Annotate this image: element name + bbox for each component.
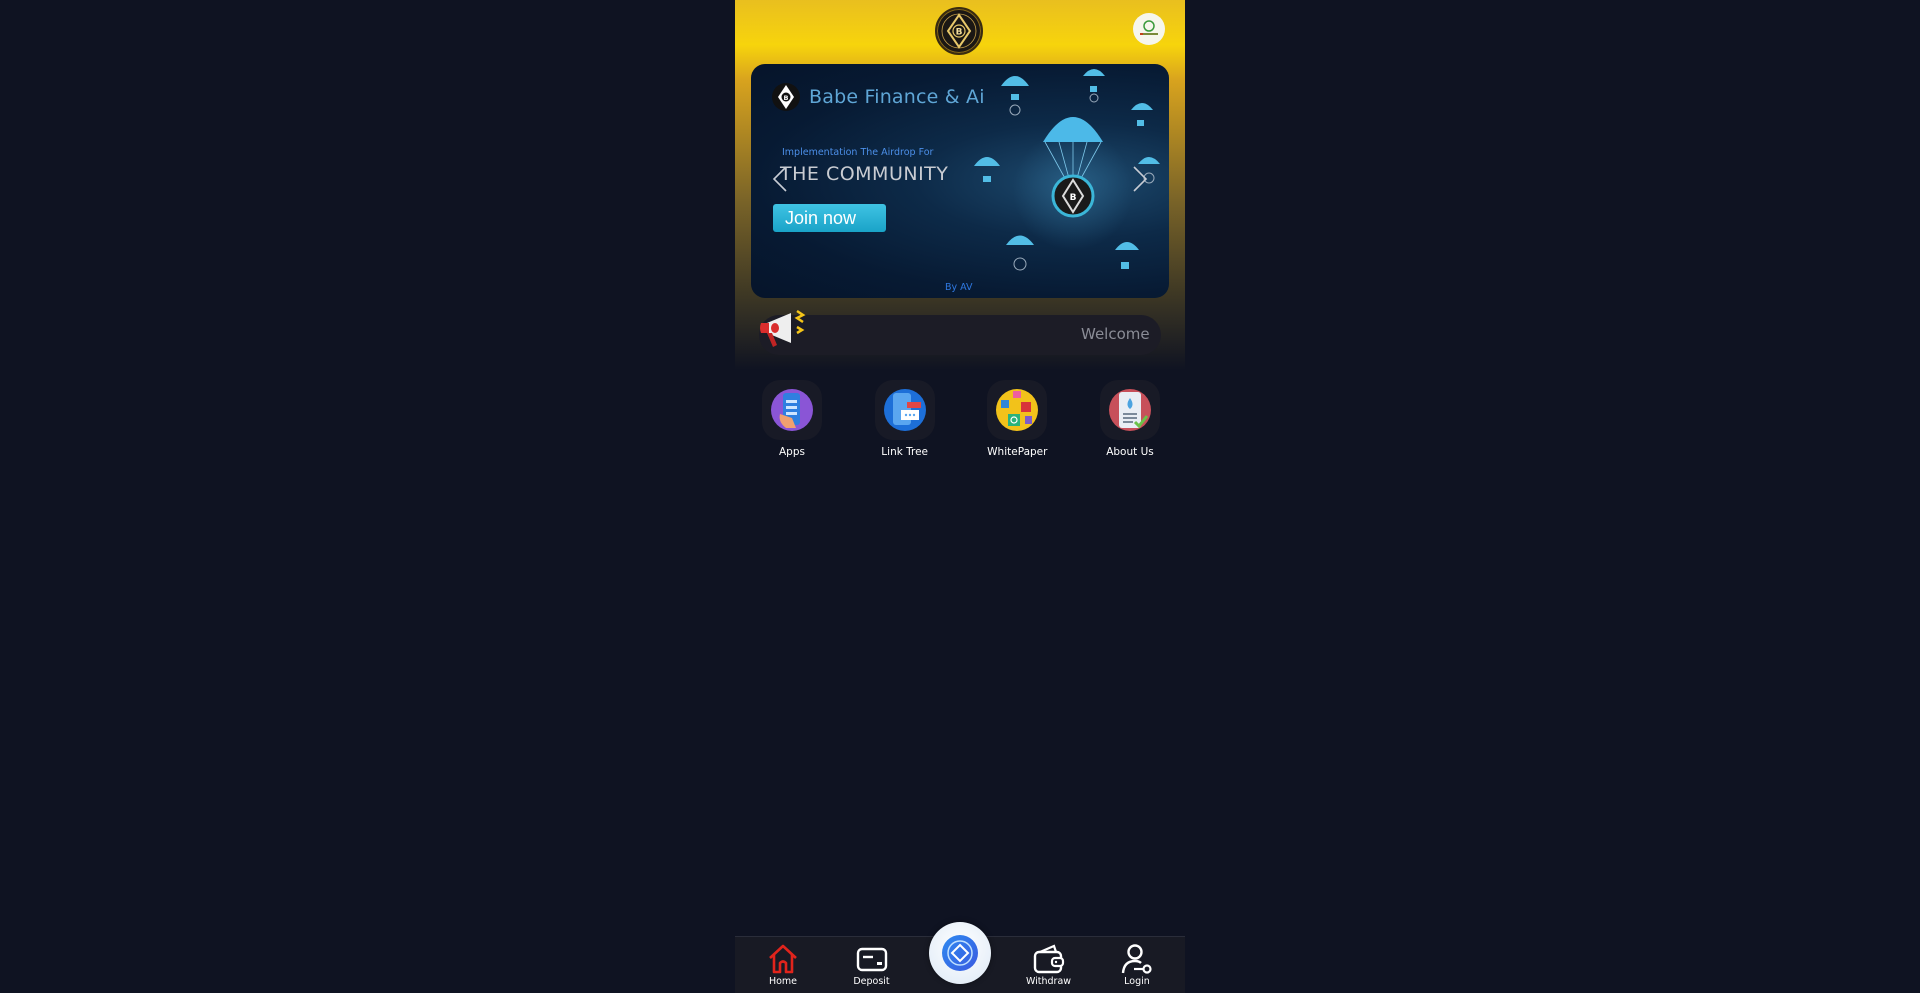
app-screen: B B B Babe Finance & Ai Implementation T… — [735, 0, 1185, 993]
about-us-icon — [1108, 389, 1151, 431]
nav-login[interactable]: Login — [1103, 937, 1171, 993]
top-bar: B — [735, 0, 1185, 60]
quick-icon-box — [1099, 380, 1160, 440]
babe-logo-small-icon: B — [772, 83, 800, 111]
quick-link-label: Apps — [779, 446, 805, 458]
announcement-text: Welcome — [1081, 325, 1150, 343]
quick-icon-box — [987, 380, 1048, 440]
quick-icon-box — [874, 380, 935, 440]
quick-link-label: About Us — [1106, 446, 1154, 458]
banner-brand-text: Babe Finance & Ai — [809, 86, 985, 108]
svg-text:B: B — [956, 28, 963, 38]
chevron-right-icon — [1133, 166, 1148, 192]
center-action-button[interactable] — [929, 922, 991, 984]
svg-text:B: B — [1070, 193, 1077, 203]
nav-label: Deposit — [853, 976, 890, 987]
nav-label: Login — [1124, 976, 1150, 987]
quick-link-about-us[interactable]: About Us — [1085, 380, 1175, 460]
user-key-icon — [1121, 944, 1152, 974]
banner-credit: By AV — [945, 282, 973, 293]
quick-link-label: WhitePaper — [987, 446, 1048, 458]
partner-logo-icon[interactable] — [1133, 13, 1165, 45]
babe-coin-logo-icon[interactable]: B — [935, 7, 983, 55]
join-now-button[interactable]: Join now — [773, 204, 886, 232]
link-tree-icon — [883, 389, 926, 431]
phone-apps-icon — [771, 389, 813, 431]
nav-home[interactable]: Home — [749, 937, 817, 993]
card-icon — [856, 947, 887, 972]
svg-text:B: B — [784, 94, 789, 102]
quick-link-label: Link Tree — [881, 446, 929, 458]
whitepaper-icon — [996, 389, 1039, 431]
banner-prev-button[interactable] — [769, 164, 791, 194]
banner-next-button[interactable] — [1129, 164, 1151, 194]
nav-label: Withdraw — [1025, 976, 1072, 987]
quick-link-link-tree[interactable]: Link Tree — [860, 380, 950, 460]
megaphone-icon — [760, 309, 806, 347]
nav-label: Home — [768, 976, 798, 987]
coin-diamond-icon — [942, 935, 978, 971]
quick-link-apps[interactable]: Apps — [747, 380, 837, 460]
chevron-left-icon — [772, 166, 787, 192]
quick-links: Apps Link Tree WhitePaper About Us — [735, 380, 1185, 460]
quick-icon-box — [762, 380, 822, 440]
promo-banner[interactable]: B B Babe Finance & Ai Implementation The… — [751, 64, 1169, 298]
nav-deposit[interactable]: Deposit — [838, 937, 906, 993]
home-icon — [769, 944, 797, 974]
banner-brand: B Babe Finance & Ai — [771, 82, 985, 112]
quick-link-whitepaper[interactable]: WhitePaper — [972, 380, 1062, 460]
banner-headline: THE COMMUNITY — [780, 163, 949, 185]
announcement-bar[interactable]: Welcome — [759, 315, 1161, 355]
nav-withdraw[interactable]: Withdraw — [1015, 937, 1083, 993]
banner-subtitle: Implementation The Airdrop For — [782, 147, 934, 158]
wallet-icon — [1033, 944, 1064, 974]
